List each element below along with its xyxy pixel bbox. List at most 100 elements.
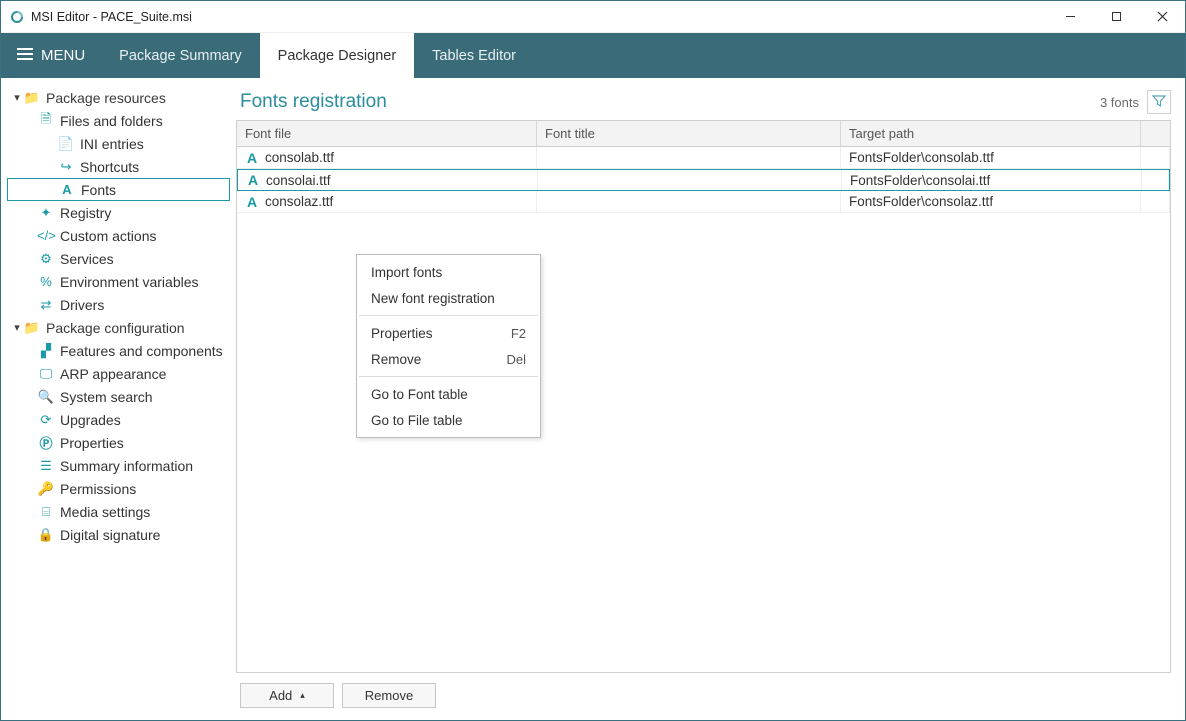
menu-separator: [359, 315, 538, 316]
cell-font-file: consolai.ttf: [266, 173, 331, 188]
menu-item-label: Properties: [371, 326, 433, 341]
remove-button[interactable]: Remove: [342, 683, 436, 708]
sidebar-item-label: Upgrades: [60, 412, 121, 428]
tab-label: Package Summary: [119, 48, 242, 64]
panel-header: Fonts registration 3 fonts: [236, 88, 1171, 120]
sidebar-group-package-resources[interactable]: ▾ 📁 Package resources: [7, 86, 230, 109]
sidebar-item-services[interactable]: ⚙ Services: [7, 247, 230, 270]
panel-title: Fonts registration: [240, 91, 387, 113]
sidebar-item-label: Media settings: [60, 504, 150, 520]
drive-icon: ⌸: [37, 504, 55, 520]
registry-icon: ✦: [37, 205, 55, 221]
table-row[interactable]: Aconsolai.ttf FontsFolder\consolai.ttf: [237, 169, 1170, 191]
window-title: MSI Editor - PACE_Suite.msi: [31, 10, 1047, 24]
sidebar-item-label: Fonts: [81, 182, 116, 198]
font-a-icon: A: [245, 150, 259, 166]
menu-item-label: Import fonts: [371, 265, 442, 280]
close-button[interactable]: [1139, 1, 1185, 32]
sidebar-item-fonts[interactable]: A Fonts: [7, 178, 230, 201]
sidebar-item-registry[interactable]: ✦ Registry: [7, 201, 230, 224]
sidebar-item-label: Permissions: [60, 481, 136, 497]
cell-target-path: FontsFolder\consolai.ttf: [850, 173, 990, 188]
funnel-icon: [1152, 94, 1166, 111]
sidebar-item-permissions[interactable]: 🔑 Permissions: [7, 477, 230, 500]
menu-button[interactable]: MENU: [1, 33, 101, 78]
sidebar-item-features-and-components[interactable]: ▞ Features and components: [7, 339, 230, 362]
tab-label: Tables Editor: [432, 48, 516, 64]
sidebar-item-label: Custom actions: [60, 228, 156, 244]
sidebar-item-summary-information[interactable]: ☰ Summary information: [7, 454, 230, 477]
sidebar-item-label: Digital signature: [60, 527, 160, 543]
menu-item-label: New font registration: [371, 291, 495, 306]
cell-font-file: consolaz.ttf: [265, 194, 333, 209]
caret-down-icon: ▾: [11, 91, 23, 104]
sidebar-item-label: System search: [60, 389, 153, 405]
cell-font-file: consolab.ttf: [265, 150, 334, 165]
sidebar-item-media-settings[interactable]: ⌸ Media settings: [7, 500, 230, 523]
table-row[interactable]: Aconsolaz.ttf FontsFolder\consolaz.ttf: [237, 191, 1170, 213]
sidebar-item-label: Shortcuts: [80, 159, 139, 175]
menu-item-new-font-registration[interactable]: New font registration: [357, 285, 540, 311]
font-a-icon: A: [245, 194, 259, 210]
menu-item-go-to-file-table[interactable]: Go to File table: [357, 407, 540, 433]
shortcut-icon: ↪: [57, 159, 75, 175]
remove-label: Remove: [365, 688, 413, 703]
menu-item-go-to-font-table[interactable]: Go to Font table: [357, 381, 540, 407]
tab-tables-editor[interactable]: Tables Editor: [414, 33, 534, 78]
table-row[interactable]: Aconsolab.ttf FontsFolder\consolab.ttf: [237, 147, 1170, 169]
sidebar-item-label: INI entries: [80, 136, 144, 152]
tab-package-designer[interactable]: Package Designer: [260, 33, 415, 78]
sidebar-item-upgrades[interactable]: ⟳ Upgrades: [7, 408, 230, 431]
sidebar-item-label: Services: [60, 251, 114, 267]
sidebar-item-label: Features and components: [60, 343, 223, 359]
menu-separator: [359, 376, 538, 377]
monitor-icon: 🖵: [37, 366, 55, 382]
key-icon: 🔑: [37, 481, 55, 497]
table-header: Font file Font title Target path: [237, 121, 1170, 147]
sidebar-item-shortcuts[interactable]: ↪ Shortcuts: [7, 155, 230, 178]
menu-item-label: Go to Font table: [371, 387, 468, 402]
cell-target-path: FontsFolder\consolab.ttf: [849, 150, 994, 165]
sidebar-item-arp-appearance[interactable]: 🖵 ARP appearance: [7, 362, 230, 385]
filter-button[interactable]: [1147, 90, 1171, 114]
percent-icon: %: [37, 274, 55, 289]
sidebar-group-package-configuration[interactable]: ▾ 📁 Package configuration: [7, 316, 230, 339]
column-header-target-path[interactable]: Target path: [841, 121, 1141, 146]
column-header-font-file[interactable]: Font file: [237, 121, 537, 146]
column-header-font-title[interactable]: Font title: [537, 121, 841, 146]
caret-down-icon: ▾: [11, 321, 23, 334]
sidebar-item-ini-entries[interactable]: 📄 INI entries: [7, 132, 230, 155]
tab-package-summary[interactable]: Package Summary: [101, 33, 260, 78]
column-header-end: [1141, 121, 1170, 146]
sidebar-item-properties[interactable]: Ⓟ Properties: [7, 431, 230, 454]
sidebar-group-label: Package resources: [46, 90, 166, 106]
font-a-icon: A: [246, 172, 260, 188]
sidebar-item-digital-signature[interactable]: 🔒 Digital signature: [7, 523, 230, 546]
count-text: 3 fonts: [1100, 95, 1139, 110]
sidebar-item-custom-actions[interactable]: </> Custom actions: [7, 224, 230, 247]
code-icon: </>: [37, 228, 55, 243]
sidebar-item-files-and-folders[interactable]: 🗎 Files and folders: [7, 109, 230, 132]
menu-label: MENU: [41, 47, 85, 64]
caret-up-icon: ▴: [300, 690, 305, 701]
sidebar-item-drivers[interactable]: ⇄ Drivers: [7, 293, 230, 316]
folder-icon: 📁: [23, 90, 41, 106]
puzzle-icon: ▞: [37, 343, 55, 359]
lines-icon: ☰: [37, 458, 55, 474]
maximize-button[interactable]: [1093, 1, 1139, 32]
refresh-icon: ⟳: [37, 412, 55, 428]
menu-item-import-fonts[interactable]: Import fonts: [357, 259, 540, 285]
titlebar: MSI Editor - PACE_Suite.msi: [1, 1, 1185, 33]
menu-item-shortcut: Del: [506, 352, 526, 367]
file-icon: 🗎: [37, 110, 55, 132]
minimize-button[interactable]: [1047, 1, 1093, 32]
add-label: Add: [269, 688, 292, 703]
menu-item-properties[interactable]: Properties F2: [357, 320, 540, 346]
sidebar-item-environment-variables[interactable]: % Environment variables: [7, 270, 230, 293]
sidebar-item-system-search[interactable]: 🔍 System search: [7, 385, 230, 408]
tab-label: Package Designer: [278, 48, 397, 64]
gear-icon: ⚙: [37, 251, 55, 267]
menu-item-remove[interactable]: Remove Del: [357, 346, 540, 372]
add-button[interactable]: Add ▴: [240, 683, 334, 708]
ini-icon: 📄: [57, 136, 75, 152]
